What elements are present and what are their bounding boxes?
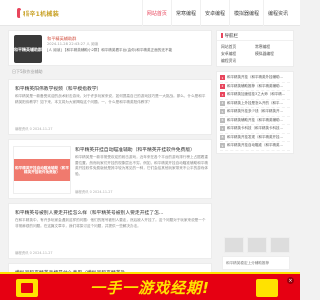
sidebar-nav-list: 网站首页 常寒编程 安卓编程 模拟器编程 编程资讯 — [217, 41, 293, 66]
sidebar-thumbnail[interactable] — [247, 237, 267, 253]
sidebar-article-list: 1 和平精英开挂（和平精英外挂辅助... 2 和平精英辅助推荐（和平精英辅助... … — [216, 71, 294, 154]
sidebar-nav-link[interactable]: 模拟器编程 — [255, 51, 289, 57]
logo-text: 稻辛1机械装 — [23, 10, 59, 18]
side-list-item[interactable]: 1 和平精英开挂（和平精英外挂辅助... — [220, 74, 290, 83]
rank-badge: 5 — [220, 109, 225, 115]
article-card[interactable]: 和平精英号被别人要走开挂怎么样（和平精英号被别人要走开挂了怎... 在和平精英中… — [8, 203, 212, 259]
thumbnail-text: 和平精英开挂自动瞄准辅助（和平精英开挂软件免费版） — [15, 165, 69, 175]
side-item-title: 和平精英卡科技（和平精英卡科技... — [227, 126, 283, 131]
article-title[interactable]: 和平精英开挂自动瞄准辅助（和平精英开挂软件免费版） — [75, 146, 209, 153]
side-list-item[interactable]: 9 和平精英开挂自动瞄准（和平精英... — [220, 142, 290, 151]
sidebar-nav-row: 编程资讯 — [221, 57, 289, 64]
close-icon[interactable]: × — [287, 277, 294, 284]
nav-item-programming[interactable]: 常寒编程 — [170, 0, 200, 26]
sidebar-nav-link[interactable]: 安卓编程 — [221, 51, 255, 57]
rank-badge: 9 — [220, 143, 225, 149]
side-item-title: 和平精英辅助开挂（和平精英辅助... — [227, 117, 283, 122]
featured-meta: 2024-11-28 22:43:27 人 阅读 — [47, 42, 99, 46]
nav-item-news[interactable]: 编程资讯 — [262, 0, 292, 26]
sidebar-nav-link[interactable]: 编程资讯 — [221, 58, 256, 64]
sidebar-nav-title: 导航栏 — [217, 31, 293, 41]
sidebar-nav-link[interactable]: 网站首页 — [221, 44, 255, 50]
rank-badge: 7 — [220, 126, 225, 132]
article-desc: 在和平精英中，有许多玩家会遇到这样的问题：他们的账号被别人要走，然后被人开挂了。… — [15, 218, 206, 228]
rank-badge: 2 — [220, 83, 225, 89]
featured-thumb-text: 和平精英辅助群 — [14, 46, 42, 52]
side-item-title: 和平精英辅助推荐（和平精英辅助... — [227, 83, 283, 88]
article-title[interactable]: 和平精英阳伟教学视频（和平模指教学） — [15, 85, 205, 92]
sidebar-float-link[interactable]: 和平精英稳定上分辅助推荐 — [222, 256, 290, 270]
sidebar-nav-row: 网站首页 常寒编程 — [221, 43, 289, 50]
side-list-item[interactable]: 2 和平精英辅助推荐（和平精英辅助... — [220, 83, 290, 91]
ad-right-graphic — [256, 279, 278, 297]
logo-icon — [17, 8, 27, 18]
article-desc: 和平精英是一款非常受欢迎的射击游戏，近年来在各个平台的游戏排行榜上占据着重要位置… — [75, 155, 208, 176]
main-nav: 网站首页 常寒编程 安卓编程 模拟器编程 编程资讯 — [141, 0, 292, 26]
rank-badge: 6 — [220, 117, 225, 123]
section-tagline: 日下5款作业辅助 — [12, 69, 43, 74]
featured-desc: [人 阅读] 【和平精英辅助小2群】和平精英看平台(由你)和平精英正面的还不能 — [47, 48, 173, 52]
ad-left-graphic — [16, 279, 38, 297]
article-card[interactable]: 和平精英阳伟教学视频（和平模指教学） 和平精英是一款备受欢迎的战术射击游戏，对于… — [8, 79, 212, 135]
sidebar-nav-box: 导航栏 网站首页 常寒编程 安卓编程 模拟器编程 编程资讯 — [216, 30, 294, 67]
bottom-ad-banner[interactable]: 一手一游戏经期! × — [0, 272, 300, 300]
thumbnail-banner: 和平精英开挂自动瞄准辅助（和平精英开挂软件免费版） — [14, 159, 70, 181]
side-list-item[interactable]: 3 和平精英加速倍挂3之大师（和平精... — [220, 91, 290, 100]
side-item-title: 和平精英加速倍挂3之大师（和平精... — [227, 92, 286, 97]
article-meta: 编程资讯 0 2024-11-27 — [75, 190, 113, 194]
side-item-title: 和平精英开挂发现（和平精英开挂... — [227, 134, 283, 139]
rank-badge: 8 — [220, 134, 225, 140]
sidebar-thumbnails — [224, 237, 290, 253]
ad-text: 一手一游戏经期! — [90, 278, 210, 297]
side-list-item[interactable]: 5 和平精英外挂多少钱（和平精英开... — [220, 108, 290, 117]
side-list-item[interactable]: 6 和平精英辅助开挂（和平精英辅助... — [220, 117, 290, 125]
article-meta: 编程资讯 0 2024-11-27 — [15, 127, 53, 131]
featured-post[interactable]: 和平精英辅助群 和平精英辅助群 2024-11-28 22:43:27 人 阅读… — [8, 30, 212, 66]
nav-item-android[interactable]: 安卓编程 — [199, 0, 229, 26]
side-list-item[interactable]: 8 和平精英开挂发现（和平精英开挂... — [220, 134, 290, 142]
rank-badge: 3 — [220, 92, 225, 98]
side-list-item[interactable]: 7 和平精英卡科技（和平精英卡科技... — [220, 125, 290, 134]
side-list-item[interactable]: 4 和平精英上外挂是怎么开的（和平... — [220, 100, 290, 108]
nav-item-home[interactable]: 网站首页 — [141, 0, 171, 26]
article-meta: 编程资讯 0 2024-11-27 — [15, 251, 53, 255]
sidebar: 导航栏 网站首页 常寒编程 安卓编程 模拟器编程 编程资讯 1 和平精英开挂（和平… — [216, 30, 294, 158]
side-list: 1 和平精英开挂（和平精英外挂辅助... 2 和平精英辅助推荐（和平精英辅助... … — [217, 72, 293, 153]
site-logo[interactable]: 稻辛1机械装 — [17, 7, 59, 19]
article-desc: 和平精英是一款备受欢迎的战术射击游戏，对于许多玩家来说，如何提高自己的游戏技巧是… — [15, 94, 206, 104]
article-thumbnail[interactable]: 和平精英开挂自动瞄准辅助（和平精英开挂软件免费版） — [13, 146, 71, 194]
side-item-title: 和平精英开挂（和平精英外挂辅助... — [227, 75, 283, 80]
nav-item-emulator[interactable]: 模拟器编程 — [228, 0, 263, 26]
rank-badge: 1 — [220, 75, 225, 81]
site-header: 稻辛1机械装 网站首页 常寒编程 安卓编程 模拟器编程 编程资讯 — [0, 0, 300, 26]
rank-badge: 4 — [220, 100, 225, 106]
side-item-title: 和平精英外挂多少钱（和平精英开... — [227, 109, 283, 114]
main-content: 和平精英辅助群 和平精英辅助群 2024-11-28 22:43:27 人 阅读… — [8, 30, 212, 300]
sidebar-nav-row: 安卓编程 模拟器编程 — [221, 50, 289, 57]
side-item-title: 和平精英开挂自动瞄准（和平精英... — [227, 143, 283, 148]
sidebar-nav-link[interactable]: 常寒编程 — [255, 44, 289, 50]
side-item-title: 和平精英上外挂是怎么开的（和平... — [227, 100, 283, 105]
sidebar-thumbnail[interactable] — [270, 237, 290, 253]
article-card[interactable]: 和平精英开挂自动瞄准辅助（和平精英开挂软件免费版） 和平精英开挂自动瞄准辅助（和… — [8, 139, 212, 199]
featured-thumbnail[interactable]: 和平精英辅助群 — [14, 35, 42, 63]
sidebar-thumbnail[interactable] — [224, 237, 244, 253]
article-title[interactable]: 和平精英号被别人要走开挂怎么样（和平精英号被别人要走开挂了怎... — [15, 209, 207, 216]
